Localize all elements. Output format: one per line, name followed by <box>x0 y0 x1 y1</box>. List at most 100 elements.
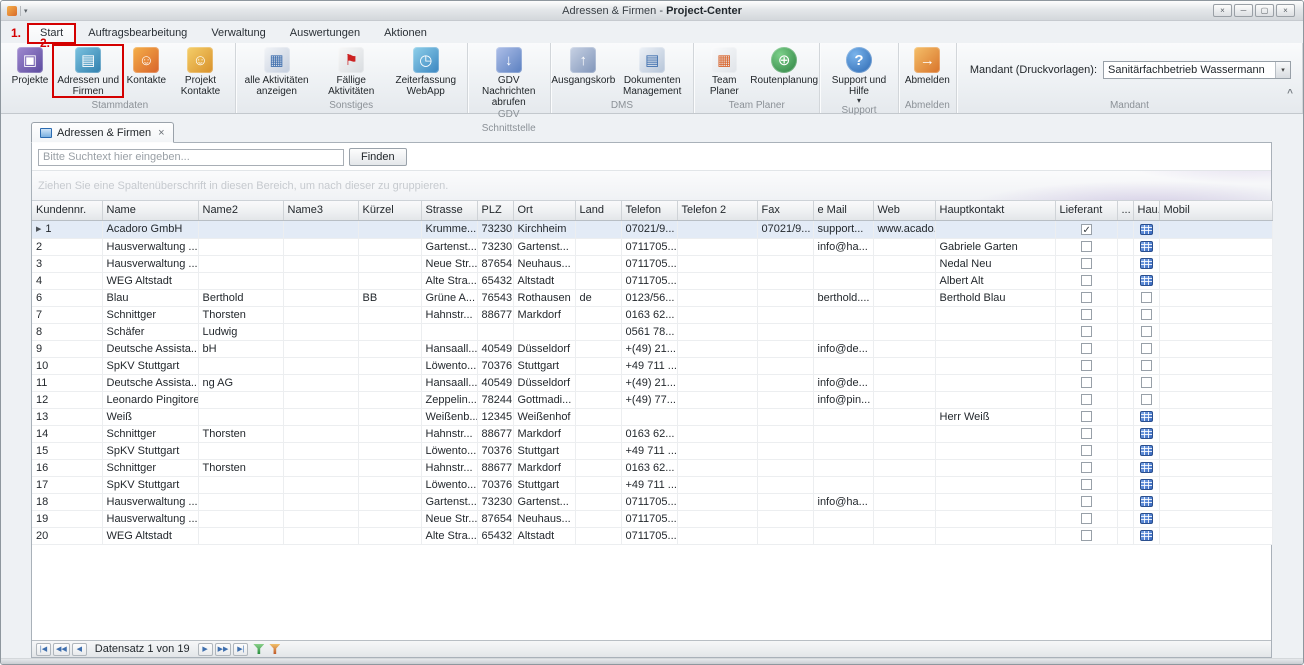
ribbon-button-ausgangskorb[interactable]: ↑Ausgangskorb <box>554 45 613 86</box>
column-header-name[interactable]: Name <box>102 201 198 220</box>
ribbon-tab-aktionen[interactable]: Aktionen <box>372 24 439 43</box>
ribbon-button-dokumenten-management[interactable]: ▤Dokumenten Management <box>614 45 690 97</box>
checkbox-icon[interactable] <box>1081 377 1092 388</box>
find-button[interactable]: Finden <box>349 148 407 166</box>
checkbox-icon[interactable] <box>1141 309 1152 320</box>
ribbon-button-projekte[interactable]: ▣Projekte <box>8 45 52 86</box>
table-row[interactable]: 19Hausverwaltung ...Neue Str...87654Neuh… <box>32 510 1272 527</box>
blue-table-icon[interactable] <box>1140 241 1153 252</box>
filter-icon[interactable] <box>253 644 264 654</box>
column-header-ort[interactable]: Ort <box>513 201 575 220</box>
checkbox-icon[interactable] <box>1081 462 1092 473</box>
chevron-down-icon[interactable]: ▾ <box>1275 62 1290 78</box>
ribbon-button-adressen-und-firmen[interactable]: ▤Adressen und Firmen2. <box>53 45 123 97</box>
column-header-telefon[interactable]: Telefon <box>621 201 677 220</box>
table-row[interactable]: ▶1Acadoro GmbHKrumme...73230Kirchheim070… <box>32 220 1272 238</box>
edit-filter-icon[interactable] <box>269 644 280 654</box>
ribbon-button-alle-aktivit-ten-anzeigen[interactable]: ▦alle Aktivitäten anzeigen <box>239 45 315 97</box>
table-row[interactable]: 10SpKV StuttgartLöwento...70376Stuttgart… <box>32 357 1272 374</box>
checkbox-icon[interactable] <box>1081 258 1092 269</box>
table-row[interactable]: 14SchnittgerThorstenHahnstr...88677Markd… <box>32 425 1272 442</box>
nav-last-button[interactable]: ▶| <box>233 643 248 656</box>
checkbox-icon[interactable] <box>1081 275 1092 286</box>
table-row[interactable]: 8SchäferLudwig0561 78... <box>32 323 1272 340</box>
blue-table-icon[interactable] <box>1140 224 1153 235</box>
ribbon-button-f-llige-aktivit-ten[interactable]: ⚑Fällige Aktivitäten <box>316 45 387 97</box>
checkbox-icon[interactable] <box>1081 343 1092 354</box>
table-row[interactable]: 7SchnittgerThorstenHahnstr...88677Markdo… <box>32 306 1272 323</box>
ribbon-button-routenplanung[interactable]: ⊕Routenplanung <box>752 45 816 86</box>
table-row[interactable]: 15SpKV StuttgartLöwento...70376Stuttgart… <box>32 442 1272 459</box>
ribbon-button-kontakte[interactable]: ☺Kontakte <box>124 45 168 86</box>
ribbon-tab-auftragsbearbeitung[interactable]: Auftragsbearbeitung <box>76 24 199 43</box>
column-header-plz[interactable]: PLZ <box>477 201 513 220</box>
checkbox-icon[interactable] <box>1141 360 1152 371</box>
checkbox-icon[interactable] <box>1081 326 1092 337</box>
checkbox-icon[interactable] <box>1141 326 1152 337</box>
table-row[interactable]: 2Hausverwaltung ...Gartenst...73230Garte… <box>32 238 1272 255</box>
close-button[interactable]: × <box>1276 4 1295 17</box>
checkbox-icon[interactable] <box>1081 530 1092 541</box>
nav-first-button[interactable]: |◀ <box>36 643 51 656</box>
column-header-kundennr[interactable]: Kundennr. <box>32 201 102 220</box>
ribbon-button-abmelden[interactable]: →Abmelden <box>902 45 953 86</box>
checkbox-icon[interactable] <box>1081 428 1092 439</box>
checkbox-icon[interactable] <box>1081 394 1092 405</box>
ribbon-button-zeiterfassung-webapp[interactable]: ◷Zeiterfassung WebApp <box>388 45 464 97</box>
ribbon-button-support-und-hilfe[interactable]: ?Support und Hilfe▾ <box>823 45 895 104</box>
ribbon-tab-verwaltung[interactable]: Verwaltung <box>199 24 277 43</box>
column-header-fax[interactable]: Fax <box>757 201 813 220</box>
group-by-panel[interactable]: Ziehen Sie eine Spaltenüberschrift in di… <box>32 170 1271 201</box>
ribbon-button-gdv-nachrichten-abrufen[interactable]: ↓GDV Nachrichten abrufen <box>471 45 547 108</box>
tab-adressen-firmen[interactable]: Adressen & Firmen × <box>31 122 174 143</box>
column-header-telefon2[interactable]: Telefon 2 <box>677 201 757 220</box>
mandant-combobox[interactable]: Sanitärfachbetrieb Wassermann▾ <box>1103 61 1291 79</box>
checkbox-icon[interactable] <box>1081 224 1092 235</box>
checkbox-icon[interactable] <box>1081 445 1092 456</box>
column-header-land[interactable]: Land <box>575 201 621 220</box>
checkbox-icon[interactable] <box>1141 377 1152 388</box>
checkbox-icon[interactable] <box>1081 241 1092 252</box>
checkbox-icon[interactable] <box>1081 411 1092 422</box>
blue-table-icon[interactable] <box>1140 530 1153 541</box>
blue-table-icon[interactable] <box>1140 496 1153 507</box>
blue-table-icon[interactable] <box>1140 275 1153 286</box>
column-header-lieferant[interactable]: Lieferant <box>1055 201 1117 220</box>
column-header-strasse[interactable]: Strasse <box>421 201 477 220</box>
ribbon-tab-auswertungen[interactable]: Auswertungen <box>278 24 372 43</box>
table-row[interactable]: 9Deutsche Assista...bHHansaall...40549Dü… <box>32 340 1272 357</box>
blue-table-icon[interactable] <box>1140 445 1153 456</box>
table-row[interactable]: 11Deutsche Assista...ng AGHansaall...405… <box>32 374 1272 391</box>
qat-dropdown-icon[interactable]: ▾ <box>24 7 28 15</box>
table-row[interactable]: 20WEG AltstadtAlte Stra...65432Altstadt0… <box>32 527 1272 544</box>
column-header-email[interactable]: e Mail <box>813 201 873 220</box>
table-row[interactable]: 4WEG AltstadtAlte Stra...65432Altstadt07… <box>32 272 1272 289</box>
checkbox-icon[interactable] <box>1081 513 1092 524</box>
nav-prev-page-button[interactable]: ◀◀ <box>53 643 70 656</box>
blue-table-icon[interactable] <box>1140 513 1153 524</box>
ribbon-tab-start[interactable]: Start1. <box>27 23 76 43</box>
blue-table-icon[interactable] <box>1140 428 1153 439</box>
checkbox-icon[interactable] <box>1141 292 1152 303</box>
table-row[interactable]: 17SpKV StuttgartLöwento...70376Stuttgart… <box>32 476 1272 493</box>
table-row[interactable]: 13WeißWeißenb...12345WeißenhofHerr Weiß <box>32 408 1272 425</box>
column-header-hau[interactable]: Hau... <box>1133 201 1159 220</box>
table-row[interactable]: 6BlauBertholdBBGrüne A...76543Rothausend… <box>32 289 1272 306</box>
blue-table-icon[interactable] <box>1140 479 1153 490</box>
checkbox-icon[interactable] <box>1081 309 1092 320</box>
maximize-button[interactable]: ▢ <box>1255 4 1274 17</box>
nav-prev-button[interactable]: ◀ <box>72 643 87 656</box>
ribbon-button-projekt-kontakte[interactable]: ☺Projekt Kontakte <box>169 45 231 97</box>
ribbon-collapse-icon[interactable]: ^ <box>1287 88 1293 99</box>
column-header-web[interactable]: Web <box>873 201 935 220</box>
column-header-dots[interactable]: ... <box>1117 201 1133 220</box>
checkbox-icon[interactable] <box>1081 496 1092 507</box>
blue-table-icon[interactable] <box>1140 462 1153 473</box>
checkbox-icon[interactable] <box>1141 343 1152 354</box>
column-header-name2[interactable]: Name2 <box>198 201 283 220</box>
ribbon-button-team-planer[interactable]: ▦Team Planer <box>697 45 751 97</box>
nav-next-button[interactable]: ▶ <box>198 643 213 656</box>
table-row[interactable]: 3Hausverwaltung ...Neue Str...87654Neuha… <box>32 255 1272 272</box>
column-header-hauptkontakt[interactable]: Hauptkontakt <box>935 201 1055 220</box>
window-style-button[interactable]: × <box>1213 4 1232 17</box>
